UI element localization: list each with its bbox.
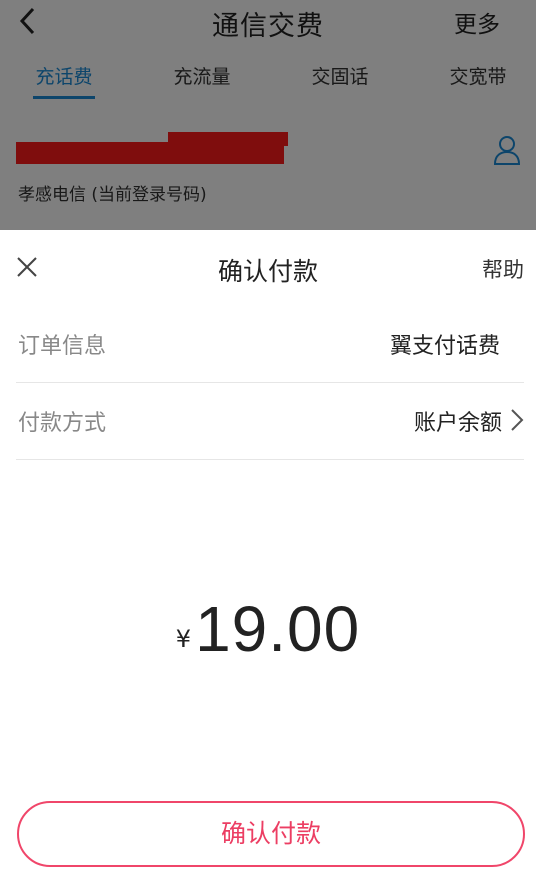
sheet-title: 确认付款 — [217, 257, 318, 286]
order-info-row: 订单信息 翼支付话费 — [16, 306, 524, 383]
payment-amount: ¥19.00 — [0, 592, 536, 666]
confirm-payment-button[interactable]: 确认付款 — [17, 801, 525, 867]
payment-method-label: 付款方式 — [18, 411, 107, 436]
order-info-label: 订单信息 — [18, 334, 107, 359]
sheet-header: 确认付款 帮助 — [0, 230, 536, 306]
amount-value: 19.00 — [195, 593, 361, 665]
payment-method-value: 账户余额 — [413, 411, 502, 436]
payment-confirm-sheet: 确认付款 帮助 订单信息 翼支付话费 付款方式 账户余额 ¥19.00 确认付款 — [0, 230, 536, 890]
payment-method-row[interactable]: 付款方式 账户余额 — [16, 383, 524, 460]
help-link[interactable]: 帮助 — [482, 254, 524, 284]
chevron-right-icon — [510, 408, 524, 432]
dim-overlay[interactable] — [0, 0, 536, 230]
currency-symbol: ¥ — [175, 625, 192, 653]
order-info-value: 翼支付话费 — [389, 334, 500, 359]
